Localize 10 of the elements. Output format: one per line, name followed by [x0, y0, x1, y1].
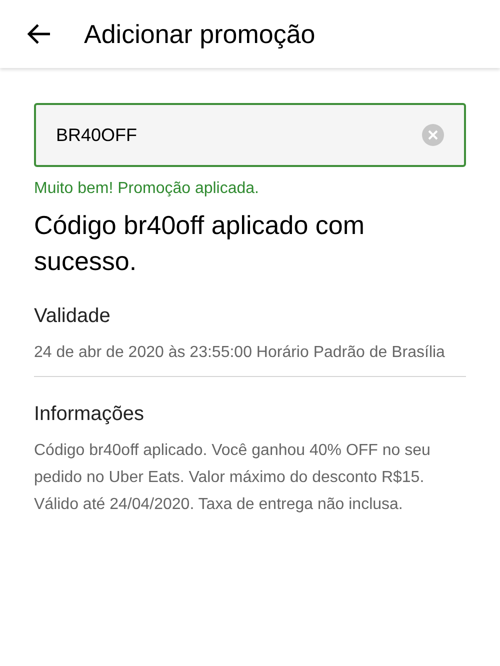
section-title: Informações	[34, 402, 146, 427]
success-heading: Código br40off aplicado com sucesso.	[34, 209, 366, 278]
header-title: Adicionar promoção	[84, 18, 316, 50]
promo-code-value: BR40OFF	[56, 124, 138, 146]
section-text: Código br40off aplicado. Você ganhou 40% OFF no seu pedido no Uber Eats. Valor máximo do desconto R$15. Válido até 24/04/2020. Taxa de entrega não inclusa.	[34, 441, 432, 515]
promo-code-field[interactable]: BR40OFF	[34, 103, 466, 167]
section-text: 24 de abr de 2020 às 23:55:00 Horário Padrão de Brasília	[34, 343, 446, 363]
back-arrow-icon[interactable]	[27, 23, 51, 45]
section-title: Validade	[34, 304, 112, 329]
success-message: Muito bem! Promoção aplicada.	[34, 179, 260, 199]
